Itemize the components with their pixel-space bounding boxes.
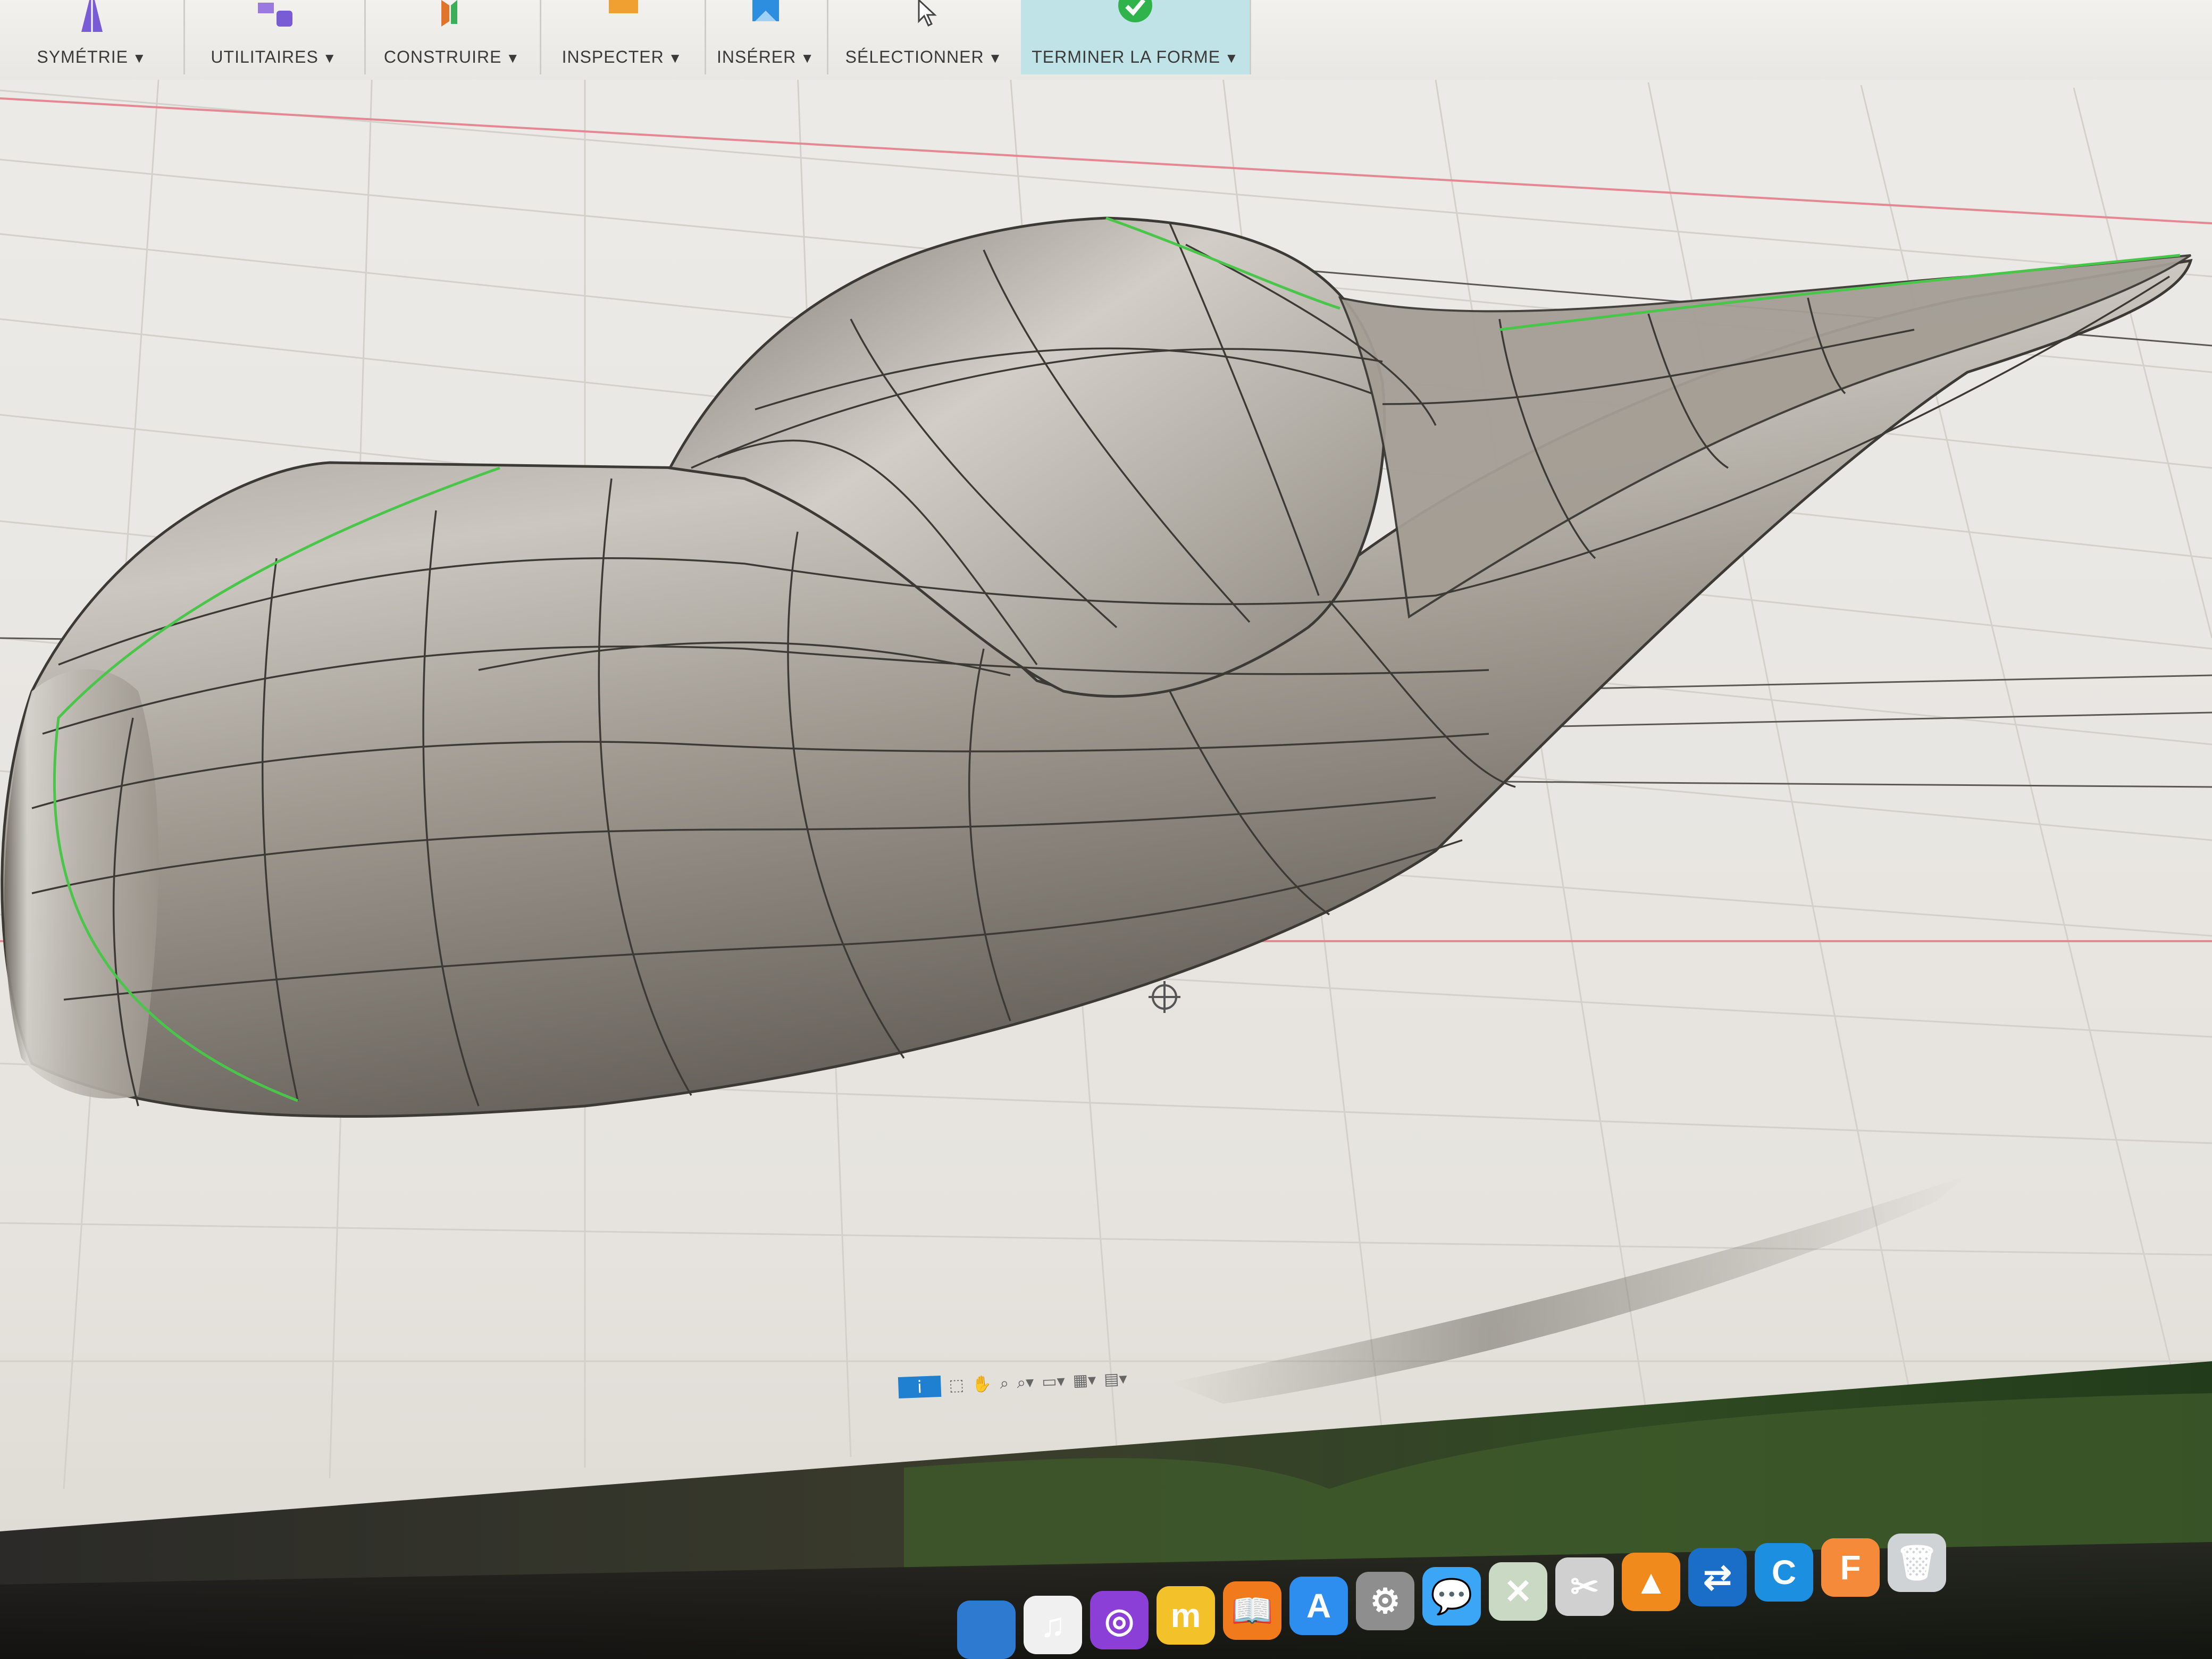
construct-icon [441, 0, 457, 27]
viewports-icon[interactable]: ▤▾ [1103, 1369, 1127, 1391]
chevron-down-icon: ▼ [322, 50, 337, 66]
fusion-window: SYMÉTRIE ▼ UTILITAIRES ▼ CONSTRUIRE ▼ INSPE… [0, 0, 2212, 1659]
toolbar-label-symmetry: SYMÉTRIE [37, 47, 128, 66]
chevron-down-icon: ▼ [506, 50, 521, 66]
fit-icon[interactable]: ⌕▾ [1017, 1372, 1034, 1394]
chevron-down-icon: ▼ [668, 50, 683, 66]
toolbar-label-utilities: UTILITAIRES [211, 47, 319, 66]
finish-form-icon [1118, 0, 1152, 22]
symmetry-icon [81, 0, 103, 32]
books-app[interactable]: 📖 [1223, 1581, 1281, 1640]
teamviewer-app[interactable]: ⇄ [1688, 1548, 1747, 1606]
utility-app[interactable]: ✕ [1489, 1562, 1547, 1621]
toolbar-group-inspect[interactable]: INSPECTER ▼ [540, 0, 706, 74]
tools-app[interactable]: ✂ [1555, 1557, 1614, 1616]
toolbar-group-finish-form[interactable]: TERMINER LA FORME ▼ [1021, 0, 1251, 74]
c-app[interactable]: C [1755, 1543, 1813, 1602]
3d-viewport[interactable] [0, 0, 2212, 1659]
insert-icon [752, 0, 779, 21]
chevron-down-icon: ▼ [800, 50, 815, 66]
display-settings-icon[interactable]: ▭▾ [1042, 1371, 1066, 1393]
orbit-icon[interactable]: ⬚ [949, 1375, 965, 1396]
toolbar-label-insert: INSÉRER [717, 47, 797, 66]
toolbar-group-insert[interactable]: INSÉRER ▼ [705, 0, 828, 74]
utilities-icon [258, 3, 292, 27]
vlc-app[interactable]: ▲ [1622, 1553, 1680, 1611]
system-prefs-app[interactable]: ⚙ [1356, 1572, 1414, 1630]
info-button[interactable]: i [898, 1375, 942, 1398]
select-icon [918, 0, 937, 27]
nose-surface [4, 669, 158, 1099]
dock: ♫ ◎ m 📖 A ⚙ 💬 ✕ ✂ ▲ ⇄ C F 🗑 [957, 1531, 1989, 1659]
toolbar: SYMÉTRIE ▼ UTILITAIRES ▼ CONSTRUIRE ▼ INSPE… [0, 0, 2212, 80]
toolbar-label-inspect: INSPECTER [562, 47, 664, 66]
chevron-down-icon: ▼ [132, 50, 147, 66]
messages-app[interactable]: 💬 [1422, 1567, 1481, 1626]
fusion-app[interactable]: F [1821, 1538, 1880, 1597]
music-app[interactable]: ♫ [1024, 1596, 1082, 1654]
grid-settings-icon[interactable]: ▦▾ [1073, 1370, 1096, 1392]
toolbar-label-finish-form: TERMINER LA FORME [1032, 47, 1221, 66]
toolbar-group-construct[interactable]: CONSTRUIRE ▼ [364, 0, 541, 74]
toolbar-group-utilities[interactable]: UTILITAIRES ▼ [183, 0, 366, 74]
toolbar-label-construct: CONSTRUIRE [383, 47, 502, 66]
toolbar-group-select[interactable]: SÉLECTIONNER ▼ [827, 0, 1023, 74]
toolbar-label-select: SÉLECTIONNER [845, 47, 984, 66]
podcasts-app[interactable]: ◎ [1090, 1591, 1149, 1649]
chevron-down-icon: ▼ [1225, 50, 1239, 66]
app-store-app[interactable]: A [1289, 1577, 1348, 1635]
trash-app[interactable]: 🗑 [1888, 1534, 1946, 1592]
finder-app[interactable] [957, 1601, 1016, 1659]
toolbar-group-symmetry[interactable]: SYMÉTRIE ▼ [0, 0, 185, 74]
inspect-icon [609, 0, 638, 13]
zoom-icon[interactable]: ⌕ [1000, 1373, 1009, 1395]
miro-app[interactable]: m [1157, 1586, 1215, 1645]
chevron-down-icon: ▼ [988, 50, 1003, 66]
pan-icon[interactable]: ✋ [971, 1373, 992, 1395]
